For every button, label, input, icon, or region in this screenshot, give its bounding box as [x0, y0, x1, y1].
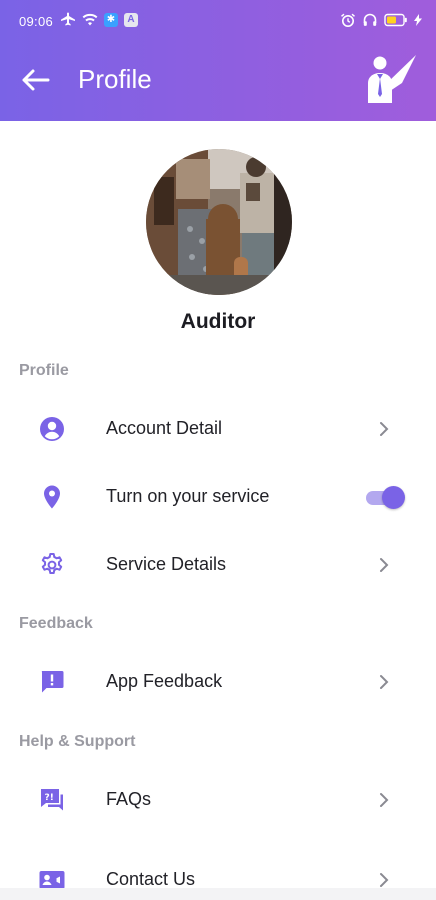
- faqs-item[interactable]: ?! FAQs: [0, 772, 436, 828]
- turn-on-service-item[interactable]: Turn on your service: [0, 469, 436, 525]
- feedback-icon: [38, 668, 66, 696]
- status-left-icons: ✱ A: [60, 12, 138, 28]
- profile-name: Auditor: [180, 310, 256, 333]
- battery-icon: [384, 12, 408, 28]
- arrow-left-icon: [22, 69, 50, 91]
- headphones-icon: [362, 12, 378, 28]
- service-details-item[interactable]: Service Details: [0, 537, 436, 593]
- status-time: 09:06: [19, 14, 54, 29]
- contact-us-label: Contact Us: [106, 869, 196, 889]
- bottom-edge: [0, 888, 436, 900]
- status-bar: 09:06 ✱ A: [0, 0, 436, 42]
- faqs-label: FAQs: [106, 789, 152, 809]
- app-badge-icon: A: [124, 13, 138, 27]
- airplane-icon: [60, 12, 76, 28]
- bluetooth-badge-icon: ✱: [104, 13, 118, 27]
- status-right-icons: [340, 12, 422, 28]
- app-feedback-item[interactable]: App Feedback: [0, 654, 436, 710]
- wifi-icon: [82, 12, 98, 28]
- back-button[interactable]: [18, 64, 54, 96]
- chevron-right-icon: [376, 420, 392, 438]
- section-label-profile: Profile: [19, 362, 69, 379]
- app-header: 09:06 ✱ A Profile: [0, 0, 436, 121]
- auditor-logo-icon: [360, 53, 418, 105]
- avatar[interactable]: [146, 149, 292, 295]
- chevron-right-icon: [376, 673, 392, 691]
- svg-text:?!: ?!: [45, 793, 54, 803]
- turn-on-service-label: Turn on your service: [106, 486, 270, 506]
- service-toggle[interactable]: [364, 485, 406, 509]
- account-detail-item[interactable]: Account Detail: [0, 401, 436, 457]
- app-feedback-label: App Feedback: [106, 671, 223, 691]
- charging-icon: [414, 12, 422, 28]
- chevron-right-icon: [376, 871, 392, 889]
- section-label-feedback: Feedback: [19, 615, 93, 632]
- service-details-label: Service Details: [106, 554, 227, 574]
- account-circle-icon: [38, 415, 66, 443]
- account-detail-label: Account Detail: [106, 418, 223, 438]
- toggle-thumb: [382, 486, 405, 509]
- chevron-right-icon: [376, 791, 392, 809]
- gear-icon: [38, 551, 66, 579]
- faq-icon: ?!: [38, 786, 66, 814]
- section-label-help: Help & Support: [19, 733, 136, 750]
- page-title: Profile: [78, 64, 152, 94]
- profile-photo: [146, 149, 292, 295]
- location-pin-icon: [38, 483, 66, 511]
- chevron-right-icon: [376, 556, 392, 574]
- alarm-icon: [340, 12, 356, 28]
